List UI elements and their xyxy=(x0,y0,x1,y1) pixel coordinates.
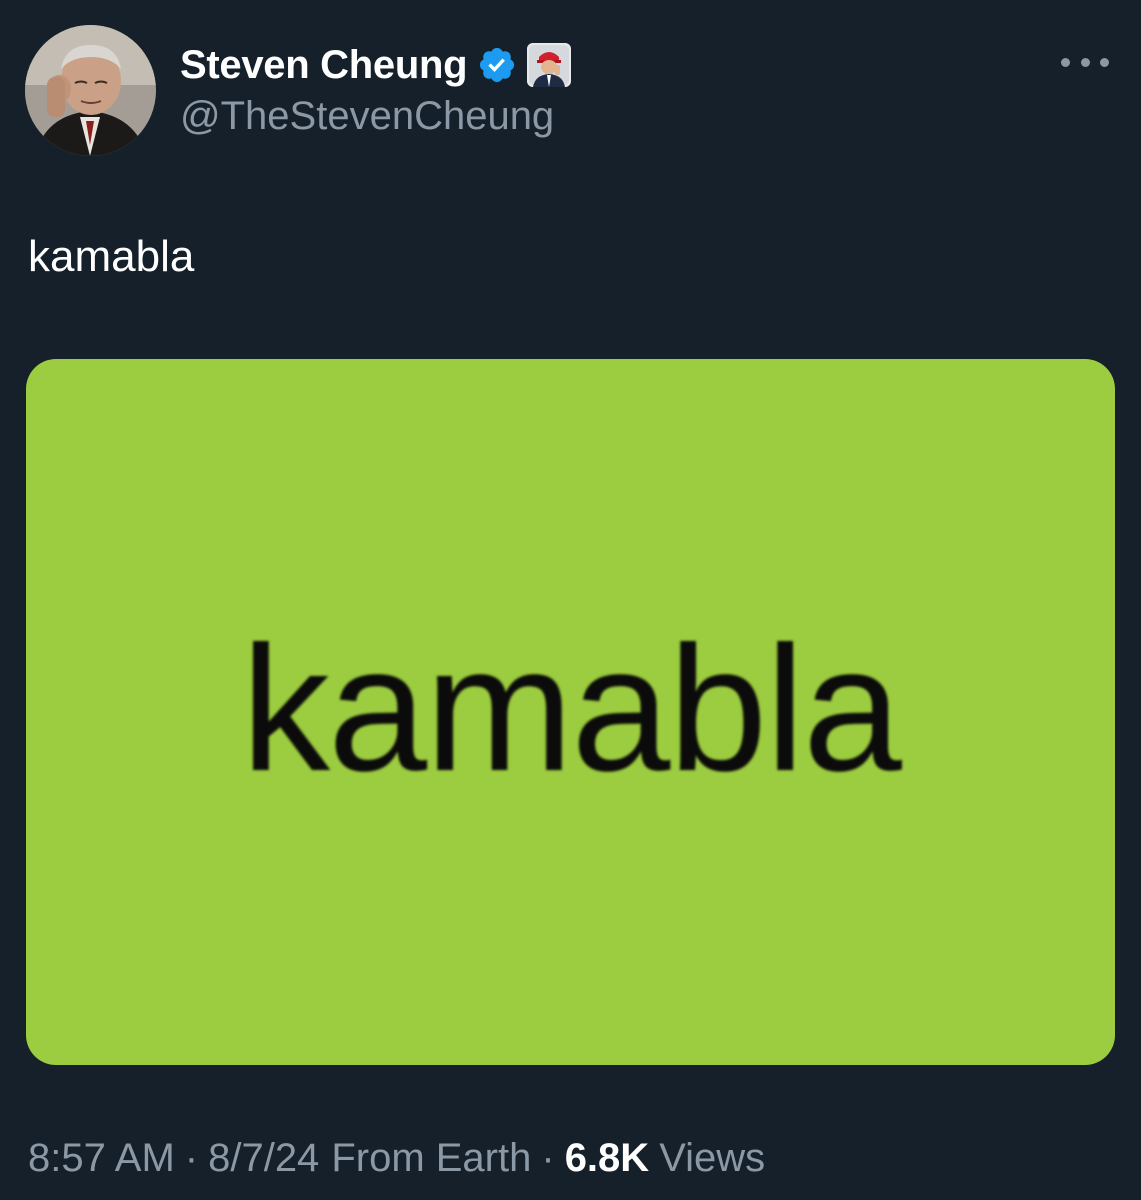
tweet-text: kamabla xyxy=(28,232,195,281)
more-dot-icon xyxy=(1061,57,1070,67)
verified-badge-icon[interactable] xyxy=(477,45,517,85)
more-dot-icon xyxy=(1100,57,1109,67)
more-dot-icon xyxy=(1080,57,1090,67)
profile-photo-icon xyxy=(25,25,156,156)
tweet-date[interactable]: 8/7/24 xyxy=(208,1136,319,1181)
views-label: Views xyxy=(659,1136,766,1180)
media-image-text: kamabla xyxy=(241,609,902,808)
tweet-card: Steven Cheung @TheStevenCheung kamabla k… xyxy=(0,0,1141,1200)
tweet-time[interactable]: 8:57 AM xyxy=(28,1136,175,1181)
tweet-source: From Earth xyxy=(331,1136,532,1180)
tweet-media-image[interactable]: kamabla xyxy=(26,359,1115,1065)
affiliate-badge-icon[interactable] xyxy=(527,43,572,87)
author-avatar[interactable] xyxy=(25,25,156,156)
author-display-name[interactable]: Steven Cheung xyxy=(180,43,468,88)
tweet-metadata: 8:57 AM · 8/7/24 From Earth · 6.8K Views xyxy=(28,1136,765,1181)
meta-separator: · xyxy=(184,1136,199,1180)
author-handle[interactable]: @TheStevenCheung xyxy=(180,94,554,139)
author-name-row: Steven Cheung xyxy=(180,40,572,90)
meta-separator: · xyxy=(541,1136,555,1180)
more-options-button[interactable] xyxy=(1061,48,1109,76)
views-count: 6.8K xyxy=(564,1136,650,1180)
